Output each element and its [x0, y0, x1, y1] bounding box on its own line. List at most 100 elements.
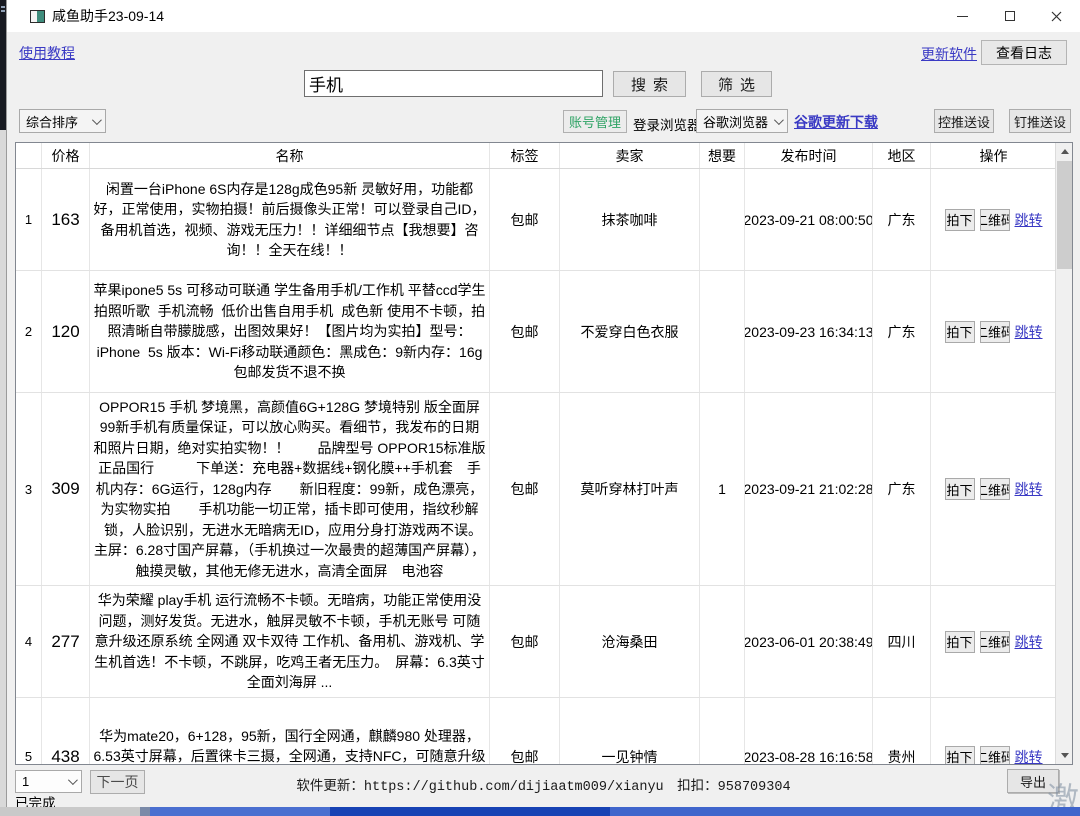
chevron-down-icon: [92, 115, 102, 125]
window-title: 咸鱼助手23-09-14: [52, 6, 164, 26]
actions-cell: 拍下 二维码 跳转: [931, 393, 1056, 585]
header-publish-time: 发布时间: [745, 143, 873, 168]
window-minimize-button[interactable]: [939, 0, 986, 32]
price-cell: 120: [42, 271, 90, 392]
window-close-button[interactable]: [1033, 0, 1080, 32]
publish-time-cell: 2023-09-21 08:00:50: [745, 169, 873, 270]
region-cell: 广东: [873, 271, 931, 392]
tag-cell: 包邮: [490, 271, 560, 392]
region-cell: 贵州: [873, 698, 931, 765]
region-cell: 广东: [873, 169, 931, 270]
sort-order-value: 综合排序: [26, 112, 78, 131]
row-index: 5: [16, 698, 42, 765]
jump-link[interactable]: 跳转: [1015, 632, 1043, 652]
push-settings-button-1[interactable]: 控推送设: [934, 109, 994, 133]
price-cell: 163: [42, 169, 90, 270]
region-cell: 广东: [873, 393, 931, 585]
update-software-link[interactable]: 更新软件: [921, 44, 977, 64]
seller-cell: 不爱穿白色衣服: [560, 271, 700, 392]
want-count-cell: [700, 169, 745, 270]
item-title-cell: 苹果ipone5 5s 可移动可联通 学生备用手机/工作机 平替ccd学生拍照听…: [90, 271, 490, 392]
software-update-info: 软件更新：https://github.com/dijiaatm009/xian…: [7, 774, 1080, 795]
item-title-cell: 华为荣耀 play手机 运行流畅不卡顿。无暗病，功能正常使用没问题，测好发货。无…: [90, 586, 490, 697]
jump-link[interactable]: 跳转: [1015, 747, 1043, 766]
want-count-cell: 1: [700, 393, 745, 585]
header-name: 名称: [90, 143, 490, 168]
jump-link[interactable]: 跳转: [1015, 479, 1043, 499]
tag-cell: 包邮: [490, 586, 560, 697]
qrcode-button[interactable]: 二维码: [980, 478, 1010, 500]
qrcode-button[interactable]: 二维码: [980, 209, 1010, 231]
table-row[interactable]: 5 438 华为mate20，6+128，95新，国行全网通，麒麟980 处理器…: [16, 698, 1056, 765]
header-want: 想要: [700, 143, 745, 168]
table-scrollbar[interactable]: [1055, 143, 1072, 764]
buy-button[interactable]: 拍下: [945, 631, 975, 653]
close-icon: [1051, 11, 1062, 22]
app-icon: [30, 10, 45, 23]
item-title-cell: OPPOR15 手机 梦境黑，高颜值6G+128G 梦境特别 版全面屏99新手机…: [90, 393, 490, 585]
buy-button[interactable]: 拍下: [945, 478, 975, 500]
header-actions: 操作: [931, 143, 1056, 168]
account-manage-button[interactable]: 账号管理: [563, 110, 627, 133]
status-text: 已完成: [15, 792, 56, 807]
view-log-button[interactable]: 查看日志: [981, 40, 1067, 65]
price-cell: 277: [42, 586, 90, 697]
tag-cell: 包邮: [490, 698, 560, 765]
want-count-cell: [700, 698, 745, 765]
publish-time-cell: 2023-06-01 20:38:49: [745, 586, 873, 697]
row-index: 1: [16, 169, 42, 270]
buy-button[interactable]: 拍下: [945, 209, 975, 231]
tutorial-link[interactable]: 使用教程: [19, 43, 75, 63]
region-cell: 四川: [873, 586, 931, 697]
item-title-cell: 华为mate20，6+128，95新，国行全网通，麒麟980 处理器，6.53英…: [90, 698, 490, 765]
jump-link[interactable]: 跳转: [1015, 210, 1043, 230]
title-bar: 咸鱼助手23-09-14: [7, 0, 1080, 32]
export-button[interactable]: 导出: [1007, 769, 1059, 793]
actions-cell: 拍下 二维码 跳转: [931, 586, 1056, 697]
chrome-update-download-link[interactable]: 谷歌更新下载: [794, 112, 878, 132]
maximize-icon: [1005, 11, 1015, 21]
search-button[interactable]: 搜索: [613, 71, 686, 97]
qrcode-button[interactable]: 二维码: [980, 631, 1010, 653]
push-settings-button-2[interactable]: 钉推送设: [1009, 109, 1071, 133]
filter-button[interactable]: 筛选: [701, 71, 772, 97]
results-table: 价格 名称 标签 卖家 想要 发布时间 地区 操作 1 163 闲置一台iPho…: [15, 142, 1073, 765]
scroll-down-button[interactable]: [1056, 747, 1073, 764]
buy-button[interactable]: 拍下: [945, 746, 975, 766]
seller-cell: 抹茶咖啡: [560, 169, 700, 270]
browser-select-value: 谷歌浏览器: [703, 112, 768, 131]
browser-select[interactable]: 谷歌浏览器: [696, 109, 788, 133]
search-input[interactable]: [304, 70, 603, 97]
window-maximize-button[interactable]: [986, 0, 1033, 32]
jump-link[interactable]: 跳转: [1015, 322, 1043, 342]
arrow-up-icon: [1061, 149, 1069, 154]
table-row[interactable]: 1 163 闲置一台iPhone 6S内存是128g成色95新 灵敏好用，功能都…: [16, 169, 1056, 271]
header-index: [16, 143, 42, 168]
table-row[interactable]: 2 120 苹果ipone5 5s 可移动可联通 学生备用手机/工作机 平替cc…: [16, 271, 1056, 393]
app-window: 咸鱼助手23-09-14 使用教程 更新软件 查看日志 搜索 筛选 综合排序 账…: [6, 0, 1080, 807]
publish-time-cell: 2023-09-21 21:02:28: [745, 393, 873, 585]
item-title-cell: 闲置一台iPhone 6S内存是128g成色95新 灵敏好用，功能都好，正常使用…: [90, 169, 490, 270]
header-price: 价格: [42, 143, 90, 168]
table-row[interactable]: 4 277 华为荣耀 play手机 运行流畅不卡顿。无暗病，功能正常使用没问题，…: [16, 586, 1056, 698]
scrollbar-thumb[interactable]: [1057, 161, 1072, 269]
publish-time-cell: 2023-08-28 16:16:58: [745, 698, 873, 765]
header-region: 地区: [873, 143, 931, 168]
tag-cell: 包邮: [490, 393, 560, 585]
chevron-down-icon: [774, 115, 784, 125]
publish-time-cell: 2023-09-23 16:34:13: [745, 271, 873, 392]
table-row[interactable]: 3 309 OPPOR15 手机 梦境黑，高颜值6G+128G 梦境特别 版全面…: [16, 393, 1056, 586]
price-cell: 438: [42, 698, 90, 765]
desktop-background-strip: [0, 807, 1080, 816]
tag-cell: 包邮: [490, 169, 560, 270]
row-index: 3: [16, 393, 42, 585]
qrcode-button[interactable]: 二维码: [980, 321, 1010, 343]
actions-cell: 拍下 二维码 跳转: [931, 169, 1056, 270]
scroll-up-button[interactable]: [1056, 143, 1073, 160]
want-count-cell: [700, 271, 745, 392]
qrcode-button[interactable]: 二维码: [980, 746, 1010, 766]
table-body: 1 163 闲置一台iPhone 6S内存是128g成色95新 灵敏好用，功能都…: [16, 169, 1056, 765]
row-index: 4: [16, 586, 42, 697]
sort-order-select[interactable]: 综合排序: [19, 109, 106, 133]
buy-button[interactable]: 拍下: [945, 321, 975, 343]
